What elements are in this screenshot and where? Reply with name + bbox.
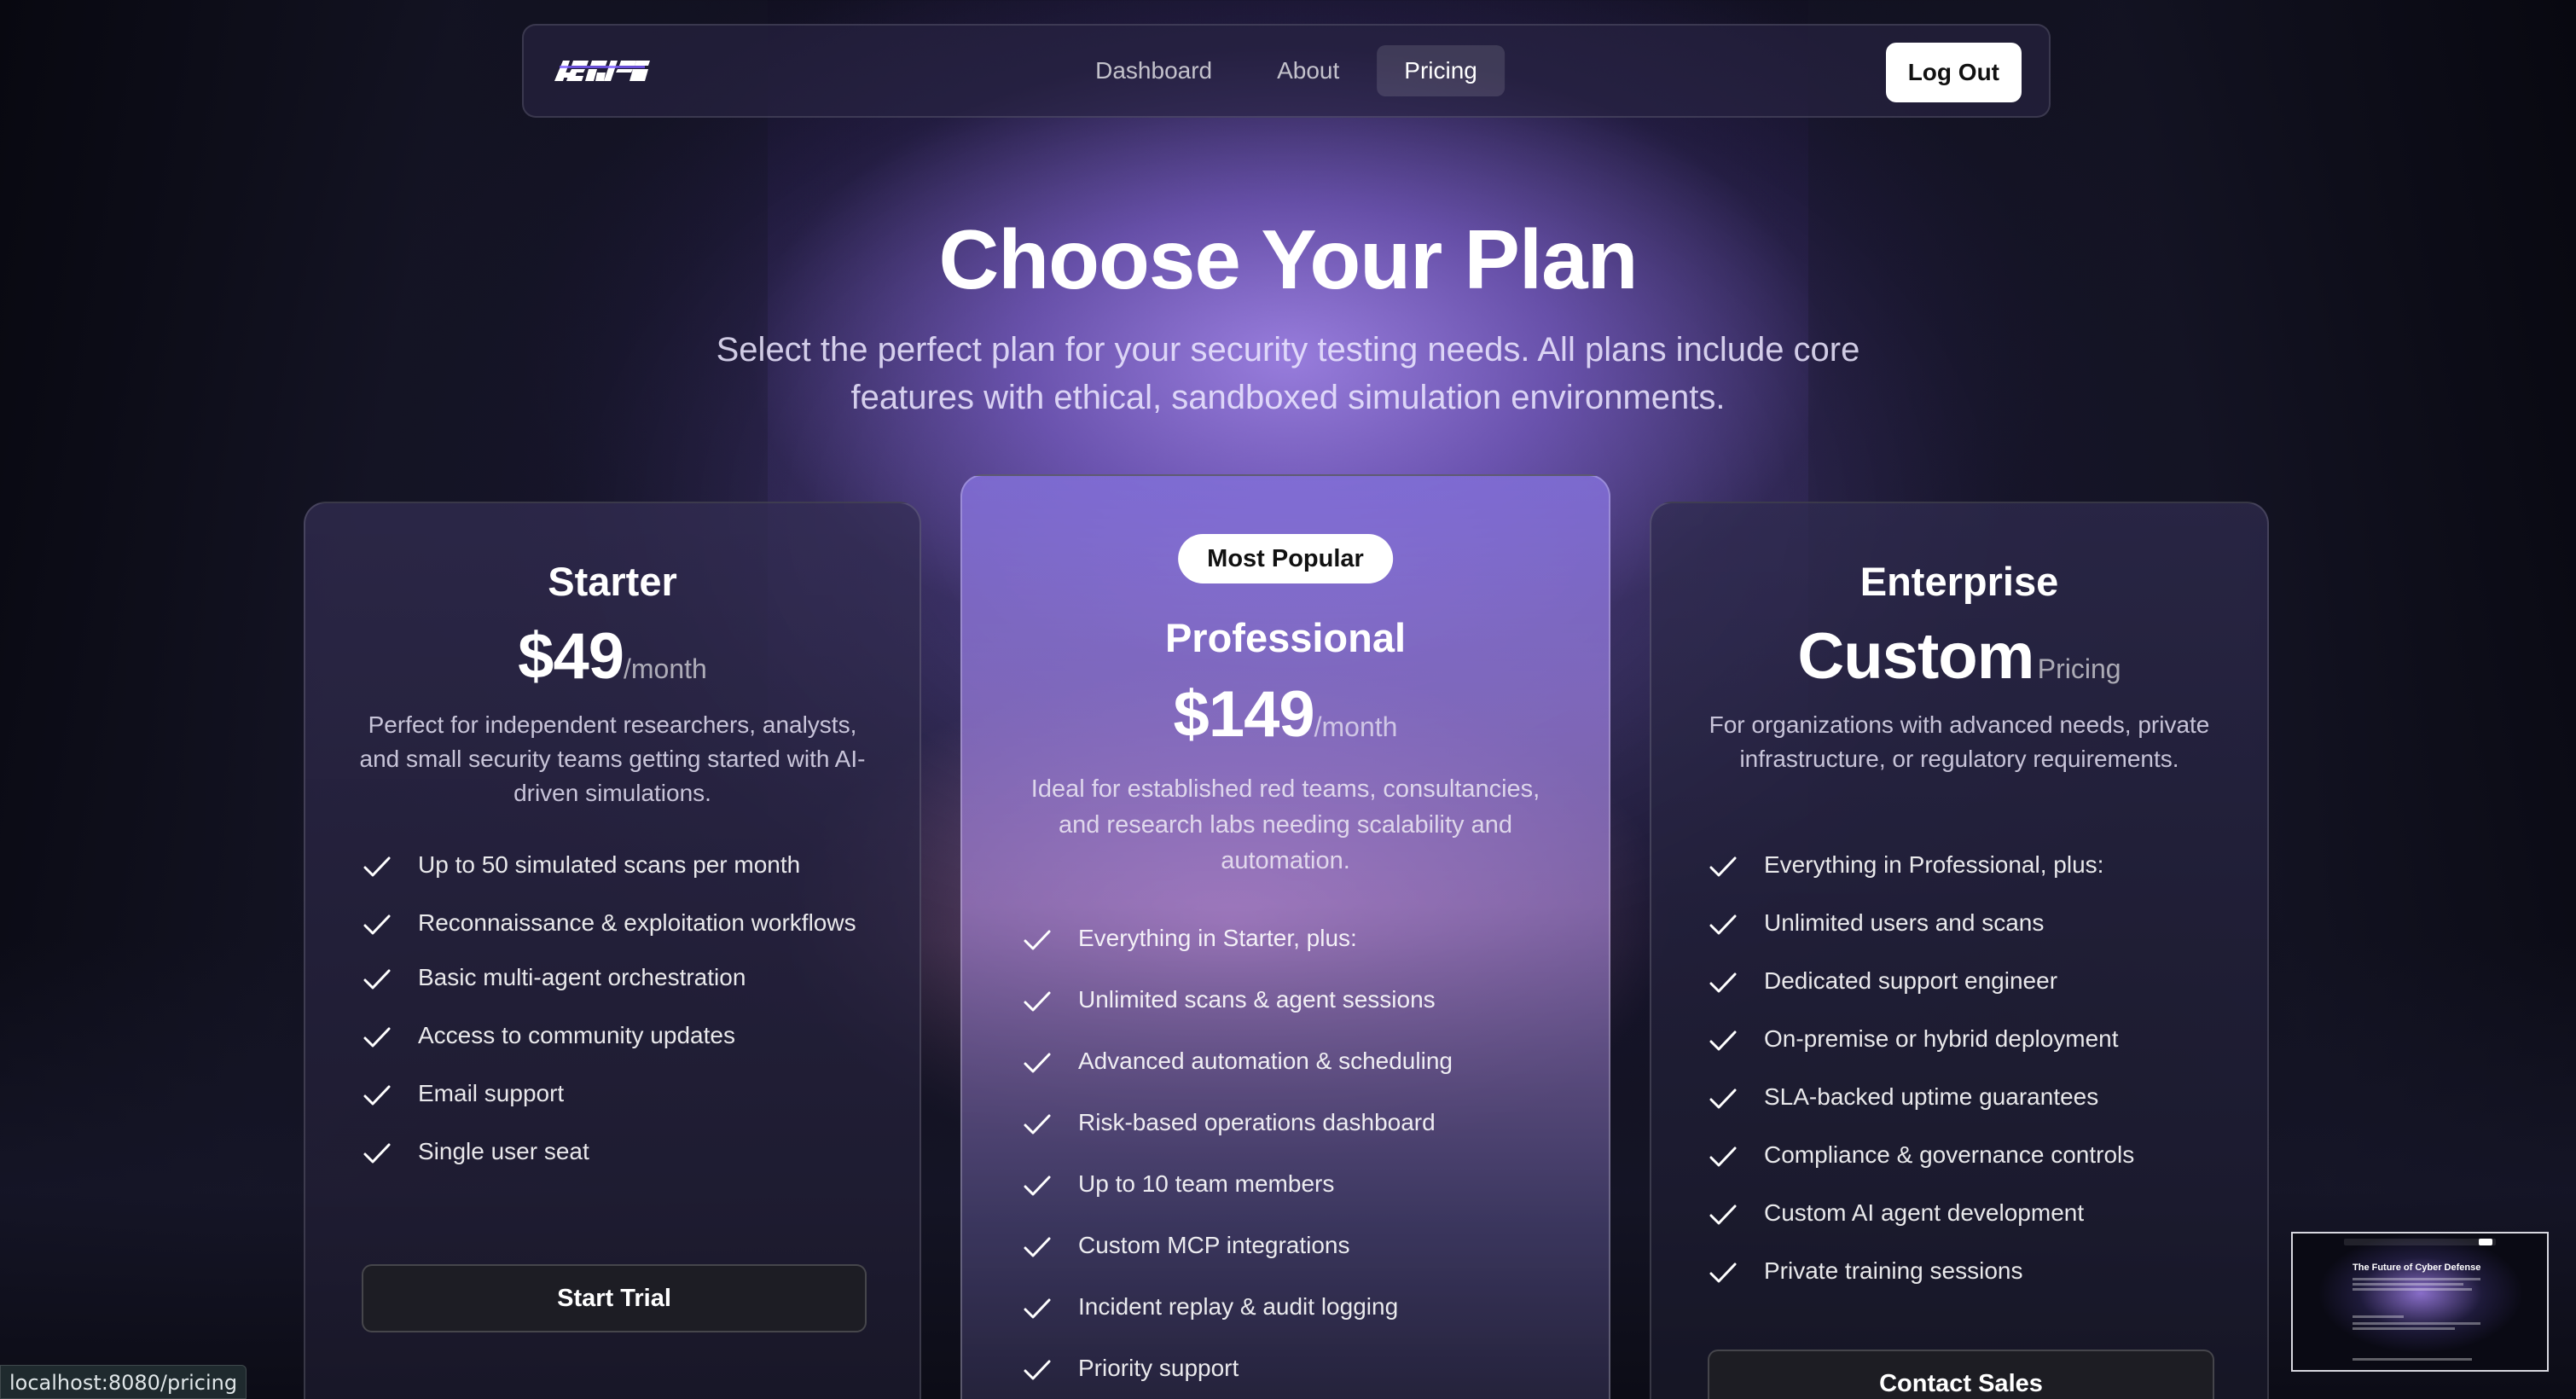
check-icon bbox=[1024, 1114, 1051, 1135]
plan-price: $49 bbox=[518, 620, 624, 693]
check-icon bbox=[363, 856, 391, 877]
plan-name: Starter bbox=[548, 559, 677, 604]
page-subtitle: Select the perfect plan for your securit… bbox=[716, 331, 1860, 416]
thumbnail-title: The Future of Cyber Defense bbox=[2353, 1263, 2481, 1273]
most-popular-badge: Most Popular bbox=[1178, 534, 1393, 583]
price-row: $149/month bbox=[962, 677, 1609, 752]
feature-item: Everything in Starter, plus: bbox=[1022, 921, 1568, 955]
check-icon bbox=[1024, 1360, 1051, 1380]
feature-item: SLA-backed uptime guarantees bbox=[1708, 1080, 2237, 1114]
feature-item: Dedicated support engineer bbox=[1708, 964, 2237, 998]
plan-price: Custom bbox=[1797, 620, 2034, 693]
plan-period: /month bbox=[623, 653, 707, 684]
plan-period: /month bbox=[1314, 711, 1398, 742]
check-icon bbox=[363, 914, 391, 935]
feature-item: Custom AI agent development bbox=[1708, 1196, 2237, 1230]
feature-item: Single user seat bbox=[362, 1135, 891, 1169]
feature-item: Access to community updates bbox=[362, 1019, 891, 1053]
feature-item: Unlimited scans & agent sessions bbox=[1022, 983, 1568, 1017]
check-icon bbox=[363, 1085, 391, 1106]
check-icon bbox=[1024, 1176, 1051, 1196]
contact-sales-button[interactable]: Contact Sales bbox=[1708, 1350, 2214, 1399]
feature-item: Incident replay & audit logging bbox=[1022, 1290, 1568, 1324]
plan-name: Enterprise bbox=[1859, 559, 2059, 604]
check-icon bbox=[1709, 1030, 1737, 1051]
price-row: Custom Pricing bbox=[1651, 619, 2267, 694]
check-icon bbox=[1709, 1263, 1737, 1283]
check-icon bbox=[1024, 1053, 1051, 1073]
feature-item: Compliance & governance controls bbox=[1708, 1138, 2237, 1172]
page-thumbnail-preview[interactable]: The Future of Cyber Defense bbox=[2291, 1232, 2549, 1372]
feature-item: Advanced automation & scheduling bbox=[1022, 1044, 1568, 1078]
check-icon bbox=[1024, 1237, 1051, 1257]
feature-list: Up to 50 simulated scans per month Recon… bbox=[362, 848, 891, 1169]
feature-list: Everything in Professional, plus: Unlimi… bbox=[1708, 848, 2237, 1288]
check-icon bbox=[1709, 856, 1737, 877]
check-icon bbox=[1709, 1146, 1737, 1167]
feature-item: Private training sessions bbox=[1708, 1254, 2237, 1288]
check-icon bbox=[363, 1143, 391, 1164]
plan-period: Pricing bbox=[2037, 653, 2121, 684]
feature-item: Basic multi-agent orchestration bbox=[362, 961, 891, 995]
feature-item: Risk-based operations dashboard bbox=[1022, 1106, 1568, 1140]
feature-item: Reconnaissance & exploitation workflows bbox=[362, 906, 891, 940]
nav-pricing[interactable]: Pricing bbox=[1377, 45, 1505, 96]
check-icon bbox=[363, 969, 391, 990]
navbar: Dashboard About Pricing Log Out bbox=[522, 24, 2051, 118]
nav-links: Dashboard About Pricing bbox=[1068, 45, 1505, 96]
plan-description: Ideal for established red teams, consult… bbox=[1030, 775, 1540, 874]
logout-button[interactable]: Log Out bbox=[1885, 43, 2022, 102]
check-icon bbox=[1024, 930, 1051, 950]
aegis-logo[interactable] bbox=[554, 54, 653, 88]
nav-dashboard[interactable]: Dashboard bbox=[1068, 45, 1239, 96]
check-icon bbox=[1709, 972, 1737, 993]
plan-description: For organizations with advanced needs, p… bbox=[1709, 711, 2210, 772]
feature-item: On-premise or hybrid deployment bbox=[1708, 1022, 2237, 1056]
plan-description: Perfect for independent researchers, ana… bbox=[359, 711, 866, 806]
check-icon bbox=[1709, 1205, 1737, 1225]
feature-item: Unlimited users and scans bbox=[1708, 906, 2237, 940]
feature-item: Priority support bbox=[1022, 1351, 1568, 1385]
plan-card-professional: Most Popular Professional $149/month Ide… bbox=[960, 474, 1610, 1399]
nav-about[interactable]: About bbox=[1250, 45, 1366, 96]
plan-price: $149 bbox=[1173, 678, 1315, 751]
feature-list: Everything in Starter, plus: Unlimited s… bbox=[1022, 921, 1568, 1385]
feature-item: Email support bbox=[362, 1077, 891, 1111]
check-icon bbox=[1024, 1298, 1051, 1319]
feature-item: Up to 10 team members bbox=[1022, 1167, 1568, 1201]
check-icon bbox=[363, 1027, 391, 1048]
status-bar-url: localhost:8080/pricing bbox=[0, 1365, 247, 1399]
feature-item: Everything in Professional, plus: bbox=[1708, 848, 2237, 882]
check-icon bbox=[1709, 1088, 1737, 1109]
start-trial-button[interactable]: Start Trial bbox=[362, 1264, 867, 1332]
price-row: $49/month bbox=[305, 619, 920, 694]
page-title: Choose Your Plan bbox=[938, 212, 1639, 306]
plan-name: Professional bbox=[1164, 615, 1407, 660]
check-icon bbox=[1024, 991, 1051, 1012]
feature-item: Custom MCP integrations bbox=[1022, 1228, 1568, 1263]
plan-card-starter: Starter $49/month Perfect for independen… bbox=[304, 502, 921, 1399]
plan-card-enterprise: Enterprise Custom Pricing For organizati… bbox=[1650, 502, 2269, 1399]
feature-item: Up to 50 simulated scans per month bbox=[362, 848, 891, 882]
check-icon bbox=[1709, 914, 1737, 935]
